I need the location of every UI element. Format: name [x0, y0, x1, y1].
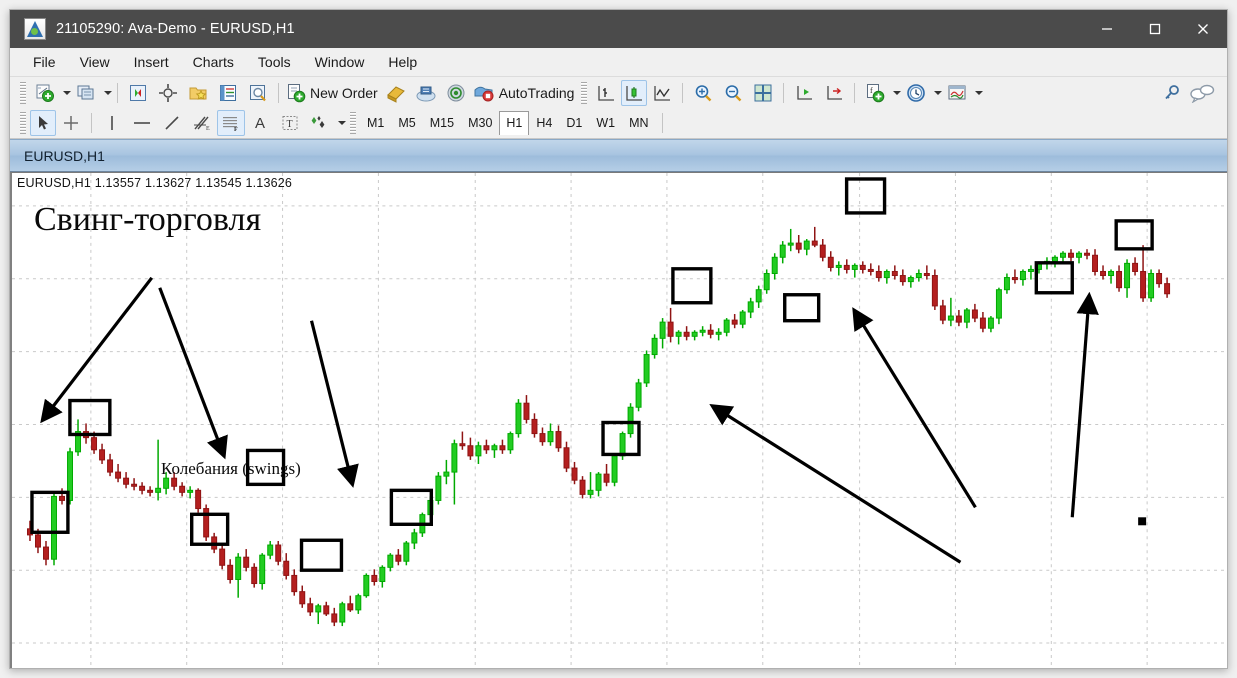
timeframe-mn[interactable]: MN: [622, 112, 655, 134]
main-window: 21105290: Ava-Demo - EURUSD,H1 File View…: [9, 9, 1228, 669]
zoom-in-icon[interactable]: [688, 80, 718, 106]
clock-icon[interactable]: [901, 80, 931, 106]
profiles-dropdown-caret[interactable]: [104, 90, 112, 95]
minimize-icon[interactable]: [1083, 10, 1131, 48]
arrows-dropdown-caret[interactable]: [338, 121, 346, 125]
maximize-icon[interactable]: [1131, 10, 1179, 48]
menu-view[interactable]: View: [69, 51, 121, 73]
menu-insert[interactable]: Insert: [123, 51, 180, 73]
chart-window-titlebar[interactable]: EURUSD,H1: [10, 139, 1227, 172]
chart-title-annotation: Свинг-торговля: [34, 201, 262, 238]
window-title: 21105290: Ava-Demo - EURUSD,H1: [56, 21, 295, 37]
title-bar: 21105290: Ava-Demo - EURUSD,H1: [10, 10, 1227, 48]
svg-text:T: T: [287, 119, 293, 130]
text-label-icon[interactable]: T: [275, 110, 305, 136]
templates-icon[interactable]: [942, 80, 972, 106]
horizontal-line-icon[interactable]: [127, 110, 157, 136]
toolbar-separator: [682, 82, 684, 103]
toolbar-separator: [854, 82, 856, 103]
search-key-icon[interactable]: [1157, 80, 1187, 106]
equidistant-channel-icon[interactable]: E: [187, 110, 217, 136]
crosshair-target-icon[interactable]: [153, 80, 183, 106]
timeframe-d1[interactable]: D1: [559, 112, 589, 134]
profiles-button[interactable]: [71, 80, 101, 106]
menu-charts[interactable]: Charts: [182, 51, 245, 73]
menu-help[interactable]: Help: [377, 51, 428, 73]
tile-windows-icon[interactable]: [748, 80, 778, 106]
magnifier-window-icon[interactable]: [243, 80, 273, 106]
timeframe-m15[interactable]: M15: [423, 112, 461, 134]
chart-annotations: [30, 177, 1154, 572]
toolbar-grip[interactable]: [581, 81, 588, 104]
menu-tools[interactable]: Tools: [247, 51, 302, 73]
toolbar-separator: [783, 82, 785, 103]
timeframe-m1[interactable]: M1: [360, 112, 391, 134]
arrows-shapes-icon[interactable]: [305, 110, 335, 136]
menu-window[interactable]: Window: [304, 51, 376, 73]
folder-star-icon[interactable]: [183, 80, 213, 106]
new-chart-dropdown-caret[interactable]: [63, 90, 71, 95]
main-toolbar: New Order AutoTrading f: [10, 77, 1227, 108]
close-icon[interactable]: [1179, 10, 1227, 48]
chart-ohlc-line: EURUSD,H1 1.13557 1.13627 1.13545 1.1362…: [17, 176, 293, 190]
svg-text:f: f: [870, 86, 873, 95]
timeframe-w1[interactable]: W1: [589, 112, 622, 134]
toolbar-separator: [661, 113, 663, 133]
terminal-list-icon[interactable]: [213, 80, 243, 106]
chart-tab-label: EURUSD,H1: [24, 147, 105, 164]
fibonacci-icon[interactable]: F: [217, 110, 245, 136]
periods-dropdown-caret[interactable]: [934, 90, 943, 95]
indicators-icon[interactable]: f: [860, 80, 890, 106]
new-chart-button[interactable]: [30, 80, 60, 106]
toolbar-separator: [117, 82, 118, 103]
menu-file[interactable]: File: [22, 51, 67, 73]
timeframe-m5[interactable]: M5: [391, 112, 422, 134]
chart-dot-marker: [1138, 517, 1147, 526]
timeframe-h1[interactable]: H1: [499, 111, 530, 135]
toolbar-separator: [91, 113, 92, 133]
timeframe-h4[interactable]: H4: [529, 112, 559, 134]
autotrading-button[interactable]: AutoTrading: [471, 80, 578, 106]
window-controls: [1083, 10, 1227, 48]
chat-bubbles-icon[interactable]: [1187, 80, 1217, 106]
toolbar-separator: [278, 82, 279, 103]
text-a-icon[interactable]: A: [245, 110, 275, 136]
svg-text:E: E: [206, 126, 210, 132]
new-order-label: New Order: [310, 84, 378, 101]
metatrader-application: 21105290: Ava-Demo - EURUSD,H1 File View…: [0, 0, 1237, 678]
chart-canvas[interactable]: EURUSD,H1 1.13557 1.13627 1.13545 1.1362…: [10, 172, 1227, 668]
vertical-line-icon[interactable]: [97, 110, 127, 136]
toolbar-grip[interactable]: [20, 81, 26, 104]
auto-scroll-icon[interactable]: [789, 80, 819, 106]
templates-dropdown-caret[interactable]: [975, 90, 984, 95]
bar-chart-icon[interactable]: [591, 80, 621, 106]
menu-bar: File View Insert Charts Tools Window Hel…: [10, 48, 1227, 77]
signals-icon[interactable]: [441, 80, 471, 106]
metaeditor-icon[interactable]: [381, 80, 411, 106]
metatrader-logo-icon: [24, 18, 46, 40]
new-order-button[interactable]: New Order: [284, 80, 381, 106]
market-watch-button[interactable]: [123, 80, 153, 106]
toolbar-grip[interactable]: [350, 112, 356, 134]
timeframe-m30[interactable]: M30: [461, 112, 499, 134]
crosshair-icon[interactable]: [56, 110, 86, 136]
autotrading-label: AutoTrading: [498, 84, 575, 101]
svg-text:F: F: [234, 127, 238, 132]
chart-shift-icon[interactable]: [819, 80, 849, 106]
indicators-dropdown-caret[interactable]: [893, 90, 902, 95]
mql5-community-icon[interactable]: [411, 80, 441, 106]
candlestick-chart-icon[interactable]: [621, 79, 648, 106]
trendline-icon[interactable]: [157, 110, 187, 136]
toolbar-grip[interactable]: [20, 112, 26, 134]
arrow-cursor-icon[interactable]: [30, 110, 56, 136]
line-chart-icon[interactable]: [647, 80, 677, 106]
tools-toolbar: E F A T M1 M5 M15 M30 H1 H4 D1 W1 MN: [10, 108, 1227, 139]
zoom-out-icon[interactable]: [718, 80, 748, 106]
swing-label-top: Колебания (swings): [161, 459, 301, 478]
